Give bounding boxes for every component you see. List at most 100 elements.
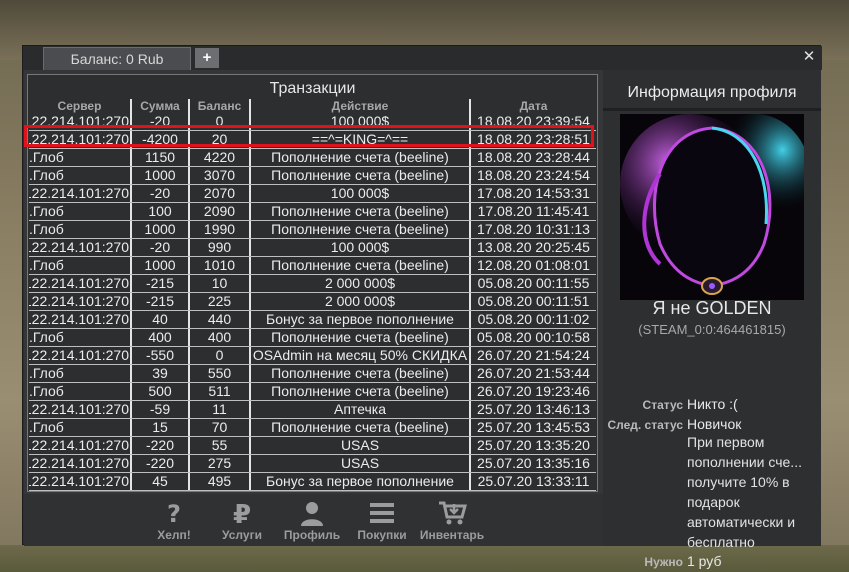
cell-date: 25.07.20 13:35:16 [477,455,590,471]
cell-server: Глоб. [29,203,64,219]
add-tab-button[interactable]: + [195,48,219,68]
table-row[interactable]: Глоб. 1000 3070 Пополнение счета (beeline) 1… [29,167,596,185]
cell-date: 25.07.20 13:35:20 [477,437,590,453]
table-row[interactable]: 122.214.101:270 -220 55 USAS 25.07.20 13:35:… [29,437,596,455]
tab-bar: Баланс: 0 Rub + ✕ [23,46,822,70]
cell-amount: 45 [152,473,168,489]
table-row[interactable]: Глоб. 1000 1990 Пополнение счета (beeline) 1… [29,221,596,239]
nav-help-button[interactable]: ? Хелп! [152,500,196,542]
table-row[interactable]: 122.214.101:270 -59 11 Аптечка 25.07.20 13:4… [29,401,596,419]
cell-server: 122.214.101:270 [29,401,129,417]
left-panel: Транзакции Сервер Сумма Баланс Действие … [24,70,603,546]
svg-text:?: ? [167,500,181,526]
cell-date: 25.07.20 13:45:53 [477,419,590,435]
nav-purchases-button[interactable]: Покупки [354,500,410,542]
table-row[interactable]: 122.214.101:270 40 440 Бонус за первое попо… [29,311,596,329]
highlight-box [24,125,594,147]
nav-label: Профиль [283,528,341,542]
cell-server: Глоб. [29,257,64,273]
cell-server: 122.214.101:270 [29,455,129,471]
cell-date: 17.08.20 10:31:13 [477,221,590,237]
cell-server: Глоб. [29,383,64,399]
cell-balance: 550 [207,365,232,381]
cell-balance: 1990 [203,221,236,237]
table-row[interactable]: Глоб. 100 2090 Пополнение счета (beeline) 17… [29,203,596,221]
user-icon [301,502,323,526]
cell-balance: 1010 [203,257,236,273]
table-row[interactable]: 122.214.101:270 -20 990 100 000$ 13.08.20 20… [29,239,596,257]
column-header-action[interactable]: Действие [251,99,469,113]
cell-server: 122.214.101:270 [29,293,129,309]
cell-action: Пополнение счета (beeline) [271,149,449,165]
cell-date: 12.08.20 01:08:01 [477,257,590,273]
cell-action: OSAdmin на месяц 50% СКИДКА [252,347,468,363]
profile-panel: Информация профиля Я не GOLDEN (STEAM_0:… [603,70,821,569]
cell-balance: 2090 [203,203,236,219]
cell-date: 05.08.20 00:11:55 [477,275,590,291]
cell-balance: 4220 [203,149,236,165]
table-row[interactable]: Глоб. 400 400 Пополнение счета (beeline) 05.… [29,329,596,347]
column-header-amount[interactable]: Сумма [132,99,188,113]
column-header-balance[interactable]: Баланс [190,99,249,113]
cell-balance: 990 [207,239,232,255]
next-status-label: След. статус [607,418,683,432]
cell-action: Пополнение счета (beeline) [271,419,449,435]
nav-label: Услуги [222,528,262,542]
cell-date: 26.07.20 21:53:44 [477,365,590,381]
nav-services-button[interactable]: ₽ Услуги [214,500,270,542]
ruble-icon: ₽ [233,500,251,526]
cell-balance: 495 [207,473,232,489]
cell-server: Глоб. [29,149,64,165]
close-icon[interactable]: ✕ [801,48,817,66]
steam-id: (STEAM_0:0:464461815) [638,322,786,337]
cell-amount: -220 [145,455,175,471]
cell-amount: -59 [149,401,171,417]
bonus-note: При первом пополнении сче... получите 10… [687,434,802,550]
cell-balance: 440 [207,311,232,327]
cell-amount: 1000 [144,257,176,273]
cell-action: 100 000$ [330,185,390,201]
cell-amount: -550 [145,347,175,363]
table-row[interactable]: Глоб. 39 550 Пополнение счета (beeline) 26.0… [29,365,596,383]
cell-balance: 11 [212,401,227,417]
avatar-image [620,114,804,300]
cell-server: Глоб. [29,365,64,381]
cell-action: 2 000 000$ [324,275,396,291]
table-row[interactable]: 122.214.101:270 -215 225 2 000 000$ 05.08.20… [29,293,596,311]
next-status-value: Новичок [687,416,742,432]
table-row[interactable]: Глоб. 1150 4220 Пополнение счета (beeline) 1… [29,149,596,167]
transactions-title: Транзакции [269,80,356,97]
cell-date: 17.08.20 14:53:31 [477,185,590,201]
transactions-table[interactable]: Сервер Сумма Баланс Действие Дата 122.21… [29,99,596,491]
cell-date: 18.08.20 23:28:44 [477,149,590,165]
table-row[interactable]: 122.214.101:270 -550 0 OSAdmin на месяц 50%… [29,347,596,365]
table-row[interactable]: Глоб. 1000 1010 Пополнение счета (beeline) 1… [29,257,596,275]
cell-amount: 39 [152,365,168,381]
table-row[interactable]: 122.214.101:270 45 495 Бонус за первое попо… [29,473,596,491]
cell-balance: 2070 [203,185,236,201]
tab-balance[interactable]: Баланс: 0 Rub [43,47,191,70]
cell-amount: 40 [152,311,168,327]
cell-server: 122.214.101:270 [29,473,129,489]
table-row[interactable]: Глоб. 500 511 Пополнение счета (beeline) 26.… [29,383,596,401]
cell-amount: -20 [149,185,171,201]
cell-amount: -220 [145,437,175,453]
nav-profile-button[interactable]: Профиль [280,500,344,542]
table-row[interactable]: 122.214.101:270 -20 2070 100 000$ 17.08.20 1… [29,185,596,203]
nav-inventory-button[interactable]: Инвентарь [418,500,486,542]
cell-amount: 1000 [144,221,176,237]
cell-balance: 511 [208,383,231,399]
column-header-server[interactable]: Сервер [29,99,130,113]
table-row[interactable]: 122.214.101:270 -215 10 2 000 000$ 05.08.20 … [29,275,596,293]
cell-action: Пополнение счета (beeline) [271,221,449,237]
nav-label: Инвентарь [419,528,485,542]
donate-window: Баланс: 0 Rub + ✕ Транзакции Сервер Сумм… [22,45,822,569]
table-row[interactable]: Глоб. 15 70 Пополнение счета (beeline) 25.07… [29,419,596,437]
column-header-date[interactable]: Дата [471,99,596,113]
cell-server: 122.214.101:270 [29,437,129,453]
table-row[interactable]: 122.214.101:270 -220 275 USAS 25.07.20 13:35… [29,455,596,473]
svg-text:₽: ₽ [233,500,251,526]
cell-action: Пополнение счета (beeline) [271,365,449,381]
cell-amount: 500 [148,383,172,399]
bottom-nav: ? Хелп! ₽ Услуги Профиль Покупки Инвента… [24,494,603,546]
